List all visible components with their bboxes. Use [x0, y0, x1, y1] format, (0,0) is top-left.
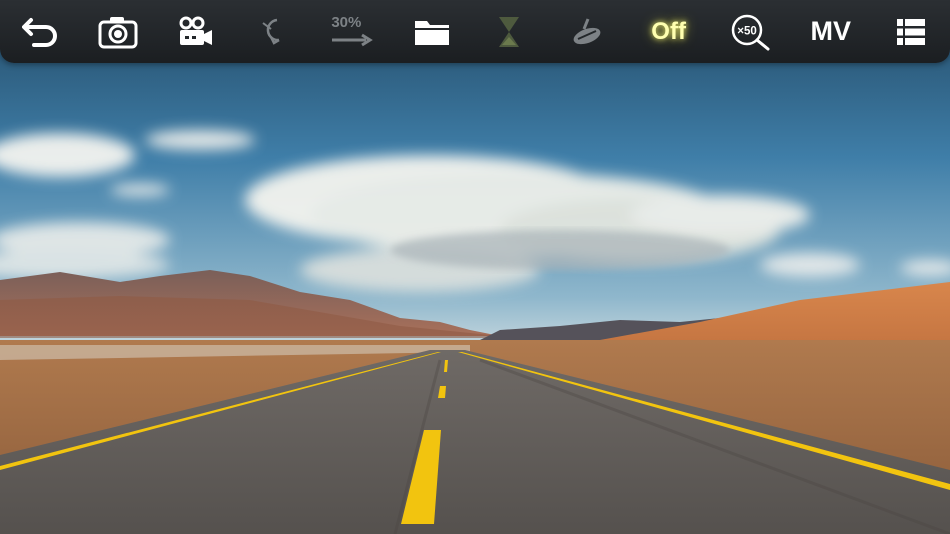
folder-icon — [415, 20, 450, 45]
camera-icon — [98, 16, 138, 48]
hourglass-icon — [499, 16, 520, 47]
gimbal-icon — [573, 17, 600, 44]
timer-button[interactable] — [488, 11, 530, 53]
back-arrow-icon — [22, 17, 57, 47]
camera-view: 30% Off ×50 MV — [0, 0, 950, 534]
capture-photo-button[interactable] — [97, 11, 139, 53]
video-camera-icon — [179, 16, 213, 45]
back-button[interactable] — [20, 11, 62, 53]
live-preview-image — [0, 0, 950, 534]
record-video-button[interactable] — [174, 11, 216, 53]
speed-label: 30% — [331, 13, 362, 31]
speed-arrow-icon — [332, 33, 374, 46]
rotate-button[interactable] — [251, 11, 293, 53]
menu-button[interactable] — [890, 11, 932, 53]
rotate-icon — [262, 18, 280, 45]
zoom-label: ×50 — [737, 25, 757, 37]
zoom-button[interactable]: ×50 — [730, 11, 772, 53]
zoom-magnifier-icon: ×50 — [731, 14, 770, 50]
top-toolbar: 30% Off ×50 MV — [0, 0, 950, 63]
gimbal-button[interactable] — [566, 11, 608, 53]
list-menu-icon — [896, 18, 925, 45]
gallery-folder-button[interactable] — [411, 11, 453, 53]
power-toggle[interactable]: Off — [643, 11, 695, 53]
speed-button[interactable]: 30% — [328, 11, 376, 53]
mode-button[interactable]: MV — [807, 11, 855, 53]
